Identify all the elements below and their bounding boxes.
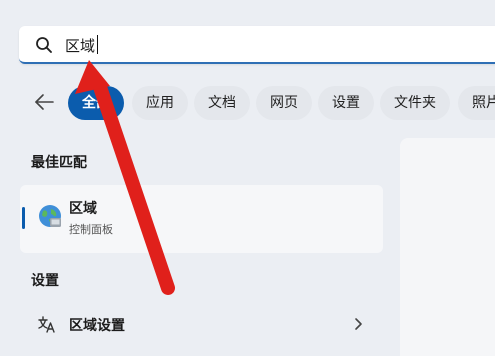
filter-chip-apps[interactable]: 应用: [132, 86, 188, 120]
filter-chip-photos[interactable]: 照片: [458, 86, 495, 120]
filter-chip-settings[interactable]: 设置: [318, 86, 374, 120]
best-match-heading: 最佳匹配: [31, 155, 87, 171]
settings-result-region-settings[interactable]: 区域设置: [20, 307, 383, 343]
chevron-right-icon[interactable]: [353, 317, 365, 331]
search-box[interactable]: 区域: [19, 26, 495, 64]
details-pane: [400, 138, 495, 356]
region-settings-icon: [38, 316, 55, 333]
globe-icon: [39, 205, 61, 227]
text-cursor: [97, 35, 98, 54]
settings-heading: 设置: [31, 273, 59, 289]
filter-row: 全部 应用 文档 网页 设置 文件夹 照片: [0, 84, 495, 122]
filter-chip-folders[interactable]: 文件夹: [380, 86, 450, 120]
filter-chip-all[interactable]: 全部: [68, 86, 124, 120]
search-icon: [36, 37, 52, 53]
back-arrow-icon[interactable]: [33, 91, 55, 113]
best-match-subtitle: 控制面板: [69, 223, 113, 236]
filter-chip-documents[interactable]: 文档: [194, 86, 250, 120]
search-input[interactable]: 区域: [65, 35, 95, 56]
filter-chip-web[interactable]: 网页: [256, 86, 312, 120]
best-match-result[interactable]: 区域 控制面板: [20, 185, 383, 253]
best-match-title: 区域: [69, 201, 97, 217]
region-settings-label: 区域设置: [69, 318, 125, 334]
selection-indicator: [22, 207, 25, 229]
